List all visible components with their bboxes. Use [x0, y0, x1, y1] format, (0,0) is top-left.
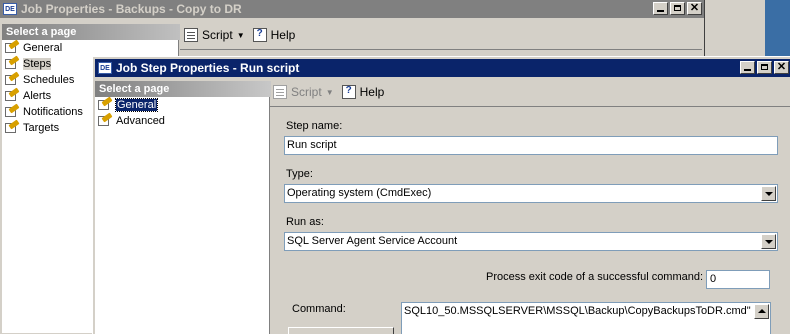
close-icon: ✕ [689, 2, 700, 14]
maximize-button[interactable] [757, 61, 772, 74]
chevron-down-icon: ▼ [236, 30, 245, 40]
page-icon [5, 122, 19, 134]
help-button[interactable]: Help [341, 85, 384, 99]
step-name-label: Step name: [286, 120, 343, 132]
command-textarea[interactable]: SQL10_50.MSSQLSERVER\MSSQL\Backup\CopyBa… [401, 302, 771, 334]
chevron-down-icon[interactable] [761, 186, 776, 201]
script-button[interactable]: Script ▼ [184, 28, 245, 42]
run-as-select[interactable]: SQL Server Agent Service Account [284, 232, 778, 251]
minimize-button[interactable] [653, 2, 668, 15]
page-icon [5, 90, 19, 102]
page-icon [98, 115, 112, 127]
nav-item-general[interactable]: General [2, 40, 178, 56]
close-icon: ✕ [776, 61, 787, 73]
job-step-properties-window: DE Job Step Properties - Run script ✕ Se… [92, 56, 790, 334]
step-name-input[interactable]: Run script [284, 136, 778, 155]
chevron-down-icon: ▼ [325, 87, 334, 97]
front-toolbar: Script ▼ Help [273, 82, 392, 102]
job-properties-titlebar[interactable]: DE Job Properties - Backups - Copy to DR… [0, 0, 704, 18]
minimize-button[interactable] [740, 61, 755, 74]
script-icon [184, 28, 198, 42]
run-as-label: Run as: [286, 216, 324, 228]
maximize-button[interactable] [670, 2, 685, 15]
exit-code-input[interactable]: 0 [706, 270, 770, 289]
type-select[interactable]: Operating system (CmdExec) [284, 184, 778, 203]
type-label: Type: [286, 168, 313, 180]
page-icon [98, 99, 112, 111]
scroll-up-icon[interactable] [754, 304, 769, 319]
close-button[interactable]: ✕ [774, 61, 789, 74]
maximize-icon [674, 5, 681, 11]
job-step-titlebar[interactable]: DE Job Step Properties - Run script ✕ [95, 59, 790, 77]
page-list: General Advanced [95, 97, 270, 334]
select-page-header: Select a page [95, 81, 271, 97]
select-page-header: Select a page [2, 24, 180, 40]
sql-app-icon: DE [3, 3, 17, 15]
back-toolbar: Script ▼ Help [184, 25, 303, 45]
chevron-down-icon[interactable] [761, 234, 776, 249]
minimize-icon [657, 10, 664, 12]
help-icon [252, 28, 267, 42]
nav-item-advanced[interactable]: Advanced [95, 113, 269, 129]
close-button[interactable]: ✕ [687, 2, 702, 15]
exit-code-label: Process exit code of a successful comman… [486, 271, 704, 283]
script-button[interactable]: Script ▼ [273, 85, 334, 99]
form-area: Step name: Run script Type: Operating sy… [270, 106, 790, 334]
page-icon [5, 106, 19, 118]
minimize-icon [744, 69, 751, 71]
command-text: SQL10_50.MSSQLSERVER\MSSQL\Backup\CopyBa… [404, 305, 751, 317]
window-title: Job Properties - Backups - Copy to DR [21, 2, 242, 16]
nav-item-general[interactable]: General [95, 97, 269, 113]
page-icon [5, 74, 19, 86]
maximize-icon [761, 64, 768, 70]
page-icon [5, 58, 19, 70]
help-button[interactable]: Help [252, 28, 295, 42]
script-icon [273, 85, 287, 99]
page-icon [5, 42, 19, 54]
type-select-value: Operating system (CmdExec) [287, 187, 432, 199]
sql-app-icon: DE [98, 62, 112, 74]
window-title: Job Step Properties - Run script [116, 61, 300, 75]
command-label: Command: [292, 303, 346, 315]
help-icon [341, 85, 356, 99]
run-as-select-value: SQL Server Agent Service Account [287, 235, 458, 247]
